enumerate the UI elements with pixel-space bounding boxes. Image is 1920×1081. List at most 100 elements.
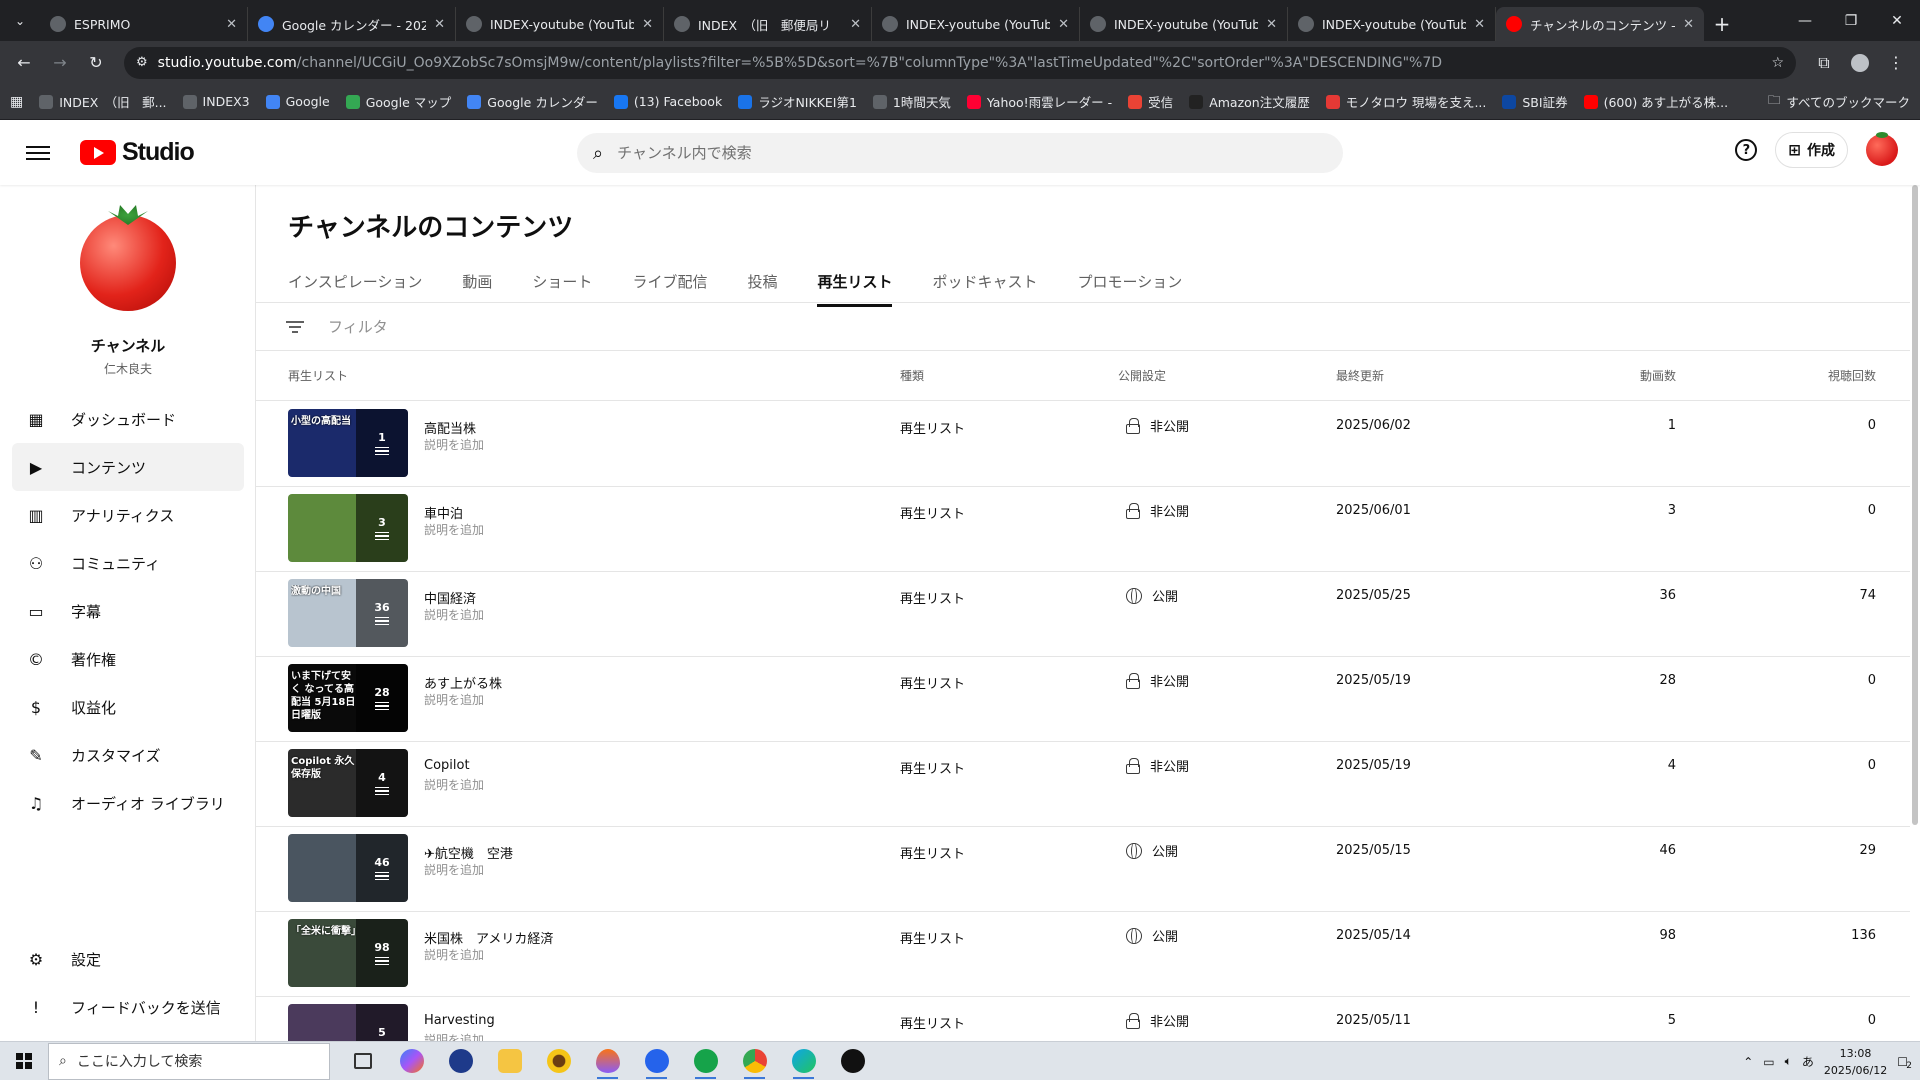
table-row[interactable]: 「全米に衝撃」 98 米国株 アメリカ経済 説明を追加 再生リスト 公開 2025/05/1… (256, 912, 1910, 997)
sidebar-item-audio-library[interactable]: ♫ オーディオ ライブラリ (12, 779, 244, 827)
table-row[interactable]: Copilot 永久保存版 4 Copilot 説明を追加 再生リスト 非公開 2025/0… (256, 742, 1910, 827)
table-row[interactable]: 3 車中泊 説明を追加 再生リスト 非公開 2025/06/01 3 0 (256, 487, 1910, 572)
content-tab[interactable]: 動画 (462, 267, 492, 307)
visibility-cell[interactable]: 非公開 (1126, 416, 1189, 435)
col-views[interactable]: 視聴回数 (1786, 351, 1876, 400)
table-row[interactable]: いま下げて安く なってる高配当 5月18日日曜版 28 あす上がる株 説明を追加 再生リ… (256, 657, 1910, 742)
studio-logo[interactable]: Studio (80, 138, 195, 167)
playlist-title[interactable]: Copilot (424, 758, 470, 773)
playlist-description[interactable]: 説明を追加 (424, 861, 484, 878)
visibility-cell[interactable]: 公開 (1126, 926, 1178, 945)
bookmark-item[interactable]: INDEX （旧 郵... (39, 92, 167, 111)
content-tab[interactable]: 再生リスト (817, 267, 893, 307)
bookmark-item[interactable]: SBI証券 (1502, 92, 1568, 111)
playlist-title[interactable]: 中国経済 (424, 588, 476, 607)
tab-close-icon[interactable]: ✕ (1266, 17, 1277, 32)
table-row[interactable]: 激動の中国 36 中国経済 説明を追加 再生リスト 公開 2025/05/25 36 74 (256, 572, 1910, 657)
tab-close-icon[interactable]: ✕ (1683, 17, 1694, 32)
profile-icon[interactable] (1844, 47, 1876, 79)
task-view-icon[interactable] (340, 1043, 385, 1080)
sidebar-item-settings[interactable]: ⚙ 設定 (12, 935, 244, 983)
playlist-thumbnail[interactable]: 5 (288, 1004, 408, 1041)
browser-tab[interactable]: INDEX-youtube (YouTube ✕ (456, 7, 664, 41)
playlist-description[interactable]: 説明を追加 (424, 946, 484, 963)
col-videos[interactable]: 動画数 (1586, 351, 1676, 400)
bookmark-item[interactable]: Yahoo!雨雲レーダー - (966, 92, 1112, 111)
browser-tab[interactable]: Google カレンダー - 2025年 ✕ (248, 7, 456, 41)
playlist-description[interactable]: 説明を追加 (424, 776, 484, 793)
tab-close-icon[interactable]: ✕ (1474, 17, 1485, 32)
bookmark-star-icon[interactable]: ☆ (1771, 55, 1784, 71)
bookmark-item[interactable]: ラジオNIKKEI第1 (738, 92, 857, 111)
bookmark-item[interactable]: Google (265, 94, 330, 109)
bookmark-item[interactable]: (13) Facebook (613, 94, 722, 109)
taskbar-search[interactable]: ⌕ ここに入力して検索 (48, 1042, 330, 1080)
bookmark-item[interactable]: モノタロウ 現場を支え... (1325, 92, 1486, 111)
sidebar-item-monetization[interactable]: $ 収益化 (12, 683, 244, 731)
playlist-thumbnail[interactable]: 3 (288, 494, 408, 562)
playlist-description[interactable]: 説明を追加 (424, 521, 484, 538)
bookmark-item[interactable]: INDEX3 (182, 94, 250, 109)
bookmark-item[interactable]: Google カレンダー (467, 92, 598, 111)
ime-icon[interactable]: あ (1802, 1053, 1814, 1070)
filter-icon[interactable] (286, 320, 304, 333)
browser-tab[interactable]: チャンネルのコンテンツ - YouT ✕ (1496, 7, 1704, 41)
playlist-description[interactable]: 説明を追加 (424, 436, 484, 453)
search-input[interactable] (617, 144, 1327, 162)
restore-button[interactable]: ❐ (1828, 0, 1874, 41)
playlist-title[interactable]: 車中泊 (424, 503, 463, 522)
playlist-description[interactable]: 説明を追加 (424, 606, 484, 623)
col-updated[interactable]: 最終更新 (1336, 351, 1384, 400)
playlist-description[interactable]: 説明を追加 (424, 1031, 484, 1041)
tab-search-button[interactable]: ⌄ (0, 0, 40, 41)
content-tab[interactable]: ライブ配信 (632, 267, 707, 307)
playlist-thumbnail[interactable]: いま下げて安く なってる高配当 5月18日日曜版 28 (288, 664, 408, 732)
playlist-thumbnail[interactable]: 「全米に衝撃」 98 (288, 919, 408, 987)
col-visibility[interactable]: 公開設定 (1118, 351, 1166, 400)
apps-icon[interactable]: ▦ (10, 94, 23, 110)
playlist-title[interactable]: 高配当株 (424, 418, 476, 437)
content-tab[interactable]: ポッドキャスト (932, 267, 1037, 307)
table-row[interactable]: 46 ✈航空機 空港 説明を追加 再生リスト 公開 2025/05/15 46 29 (256, 827, 1910, 912)
account-avatar[interactable] (1866, 132, 1898, 166)
bookmark-item[interactable]: (600) あす上がる株... (1583, 92, 1728, 111)
content-tab[interactable]: プロモーション (1078, 267, 1183, 307)
filter-input[interactable]: フィルタ (328, 316, 388, 337)
app-icon-2[interactable] (585, 1043, 630, 1080)
browser-tab[interactable]: INDEX （旧 郵便局リ ✕ (664, 7, 872, 41)
start-button[interactable] (0, 1042, 48, 1081)
tab-close-icon[interactable]: ✕ (434, 17, 445, 32)
sidebar-item-subtitles[interactable]: ▭ 字幕 (12, 587, 244, 635)
close-window-button[interactable]: ✕ (1874, 0, 1920, 41)
bookmark-item[interactable]: 1時間天気 (872, 92, 951, 111)
tab-close-icon[interactable]: ✕ (850, 17, 861, 32)
sidebar-item-copyright[interactable]: © 著作権 (12, 635, 244, 683)
app-icon-5[interactable] (830, 1043, 875, 1080)
browser-tab[interactable]: INDEX-youtube (YouTube ✕ (1288, 7, 1496, 41)
sidebar-item-customize[interactable]: ✎ カスタマイズ (12, 731, 244, 779)
visibility-cell[interactable]: 公開 (1126, 586, 1178, 605)
volume-icon[interactable]: 🔈︎ (1785, 1054, 1792, 1069)
sidebar-item-analytics[interactable]: ▥ アナリティクス (12, 491, 244, 539)
site-info-icon[interactable]: ⚙ (136, 55, 148, 70)
table-row[interactable]: 5 Harvesting 説明を追加 再生リスト 非公開 2025/05/11 5 0 (256, 997, 1910, 1041)
tab-close-icon[interactable]: ✕ (226, 17, 237, 32)
playlist-thumbnail[interactable]: Copilot 永久保存版 4 (288, 749, 408, 817)
bookmark-item[interactable]: 受信 (1128, 92, 1173, 111)
filter-bar[interactable]: フィルタ (256, 303, 1910, 351)
back-button[interactable]: ← (8, 47, 40, 79)
chevron-up-icon[interactable]: ⌃ (1743, 1055, 1753, 1069)
content-tab[interactable]: 投稿 (747, 267, 777, 307)
content-tab[interactable]: インスピレーション (288, 267, 422, 307)
playlist-description[interactable]: 説明を追加 (424, 691, 484, 708)
visibility-cell[interactable]: 非公開 (1126, 671, 1189, 690)
visibility-cell[interactable]: 非公開 (1126, 756, 1189, 775)
bookmark-item[interactable]: Amazon注文履歴 (1189, 92, 1310, 111)
sidebar-item-content[interactable]: ▶ コンテンツ (12, 443, 244, 491)
content-tab[interactable]: ショート (532, 267, 592, 307)
minimize-button[interactable]: — (1782, 0, 1828, 41)
visibility-cell[interactable]: 非公開 (1126, 1011, 1189, 1030)
col-type[interactable]: 種類 (900, 351, 924, 400)
playlist-title[interactable]: ✈航空機 空港 (424, 843, 513, 862)
playlist-title[interactable]: Harvesting (424, 1013, 495, 1028)
